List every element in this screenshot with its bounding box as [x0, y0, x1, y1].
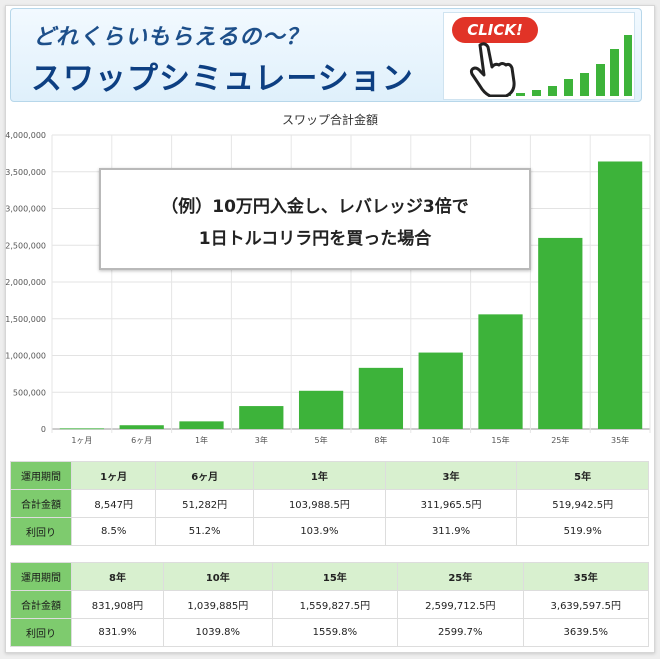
yield-cell: 831.9%: [71, 618, 164, 647]
yield-cell: 1559.8%: [271, 618, 399, 647]
y-tick-label: 500,000: [13, 388, 46, 397]
total-cell: 311,965.5円: [384, 489, 518, 518]
period-cell: 5年: [516, 461, 649, 490]
x-tick-label: 8年: [374, 435, 387, 445]
y-tick-label: 2,000,000: [5, 278, 46, 287]
row-header-total: 合計金額: [10, 590, 72, 619]
x-tick-label: 35年: [611, 435, 629, 445]
row-header-period: 運用期間: [10, 461, 72, 490]
bar[interactable]: [179, 421, 224, 429]
yield-cell: 2599.7%: [397, 618, 524, 647]
bar[interactable]: [597, 161, 643, 430]
period-cell: 6ヶ月: [155, 461, 255, 490]
example-note-line2: 1日トルコリラ円を買った場合: [198, 229, 432, 249]
bar[interactable]: [298, 390, 344, 429]
period-cell: 15年: [271, 562, 399, 591]
bar[interactable]: [478, 314, 523, 429]
y-tick-label: 1,000,000: [5, 352, 46, 361]
total-cell: 519,942.5円: [516, 489, 649, 518]
y-tick-label: 1,500,000: [5, 315, 46, 324]
pointing-hand-icon: [469, 42, 516, 97]
yield-cell: 519.9%: [516, 517, 649, 546]
period-cell: 1年: [253, 461, 386, 490]
bar[interactable]: [119, 425, 164, 429]
row-header-yield: 利回り: [10, 517, 72, 546]
total-cell: 8,547円: [70, 489, 157, 518]
y-tick-label: 3,000,000: [5, 205, 46, 214]
total-cell: 103,988.5円: [253, 489, 386, 518]
row-header-period: 運用期間: [10, 562, 72, 591]
row-header-yield: 利回り: [10, 618, 72, 647]
x-tick-label: 1年: [195, 435, 208, 445]
x-tick-label: 25年: [551, 435, 569, 445]
total-cell: 1,039,885円: [162, 590, 273, 619]
period-cell: 1ヶ月: [70, 461, 157, 490]
yield-cell: 8.5%: [70, 517, 157, 546]
bar[interactable]: [538, 237, 583, 429]
yield-cell: 311.9%: [384, 517, 518, 546]
x-tick-label: 6ヶ月: [131, 436, 152, 445]
banner-thumbnail[interactable]: CLICK!: [443, 12, 635, 100]
total-cell: 2,599,712.5円: [397, 590, 524, 619]
period-cell: 3年: [384, 461, 518, 490]
yield-cell: 1039.8%: [162, 618, 273, 647]
bar[interactable]: [239, 406, 284, 429]
bar[interactable]: [59, 428, 105, 430]
example-note-box: （例）10万円入金し、レバレッジ3倍で 1日トルコリラ円を買った場合: [99, 168, 531, 270]
y-tick-label: 2,500,000: [5, 241, 46, 250]
yield-cell: 103.9%: [253, 517, 386, 546]
x-tick-label: 15年: [491, 435, 509, 445]
x-tick-label: 3年: [255, 435, 268, 445]
example-note-line1: （例）10万円入金し、レバレッジ3倍で: [161, 197, 469, 217]
total-cell: 831,908円: [71, 590, 164, 619]
row-header-total: 合計金額: [10, 489, 72, 518]
simulation-banner[interactable]: どれくらいもらえるの〜？ スワップシミュレーション CLICK!: [10, 8, 642, 102]
x-tick-label: 1ヶ月: [71, 436, 92, 445]
y-tick-label: 4,000,000: [5, 131, 46, 140]
yield-cell: 3639.5%: [522, 618, 650, 647]
y-tick-label: 0: [41, 425, 46, 434]
banner-subtitle: どれくらいもらえるの〜？: [33, 25, 309, 50]
bar[interactable]: [358, 367, 404, 429]
yield-cell: 51.2%: [155, 517, 255, 546]
banner-title: スワップシミュレーション: [31, 61, 414, 97]
summary-table-2: 運用期間 8年 10年 15年 25年 35年 合計金額 831,908円 1,…: [10, 562, 650, 647]
total-cell: 51,282円: [155, 489, 255, 518]
summary-table-1: 運用期間 1ヶ月 6ヶ月 1年 3年 5年 合計金額 8,547円 51,282…: [10, 461, 649, 546]
click-badge[interactable]: CLICK!: [452, 17, 538, 43]
period-cell: 10年: [162, 562, 273, 591]
x-tick-label: 5年: [315, 435, 328, 445]
period-cell: 35年: [522, 562, 650, 591]
total-cell: 3,639,597.5円: [522, 590, 650, 619]
bar[interactable]: [418, 352, 463, 429]
x-tick-label: 10年: [432, 435, 450, 445]
y-tick-label: 3,500,000: [5, 168, 46, 177]
total-cell: 1,559,827.5円: [271, 590, 399, 619]
period-cell: 8年: [71, 562, 164, 591]
period-cell: 25年: [397, 562, 524, 591]
